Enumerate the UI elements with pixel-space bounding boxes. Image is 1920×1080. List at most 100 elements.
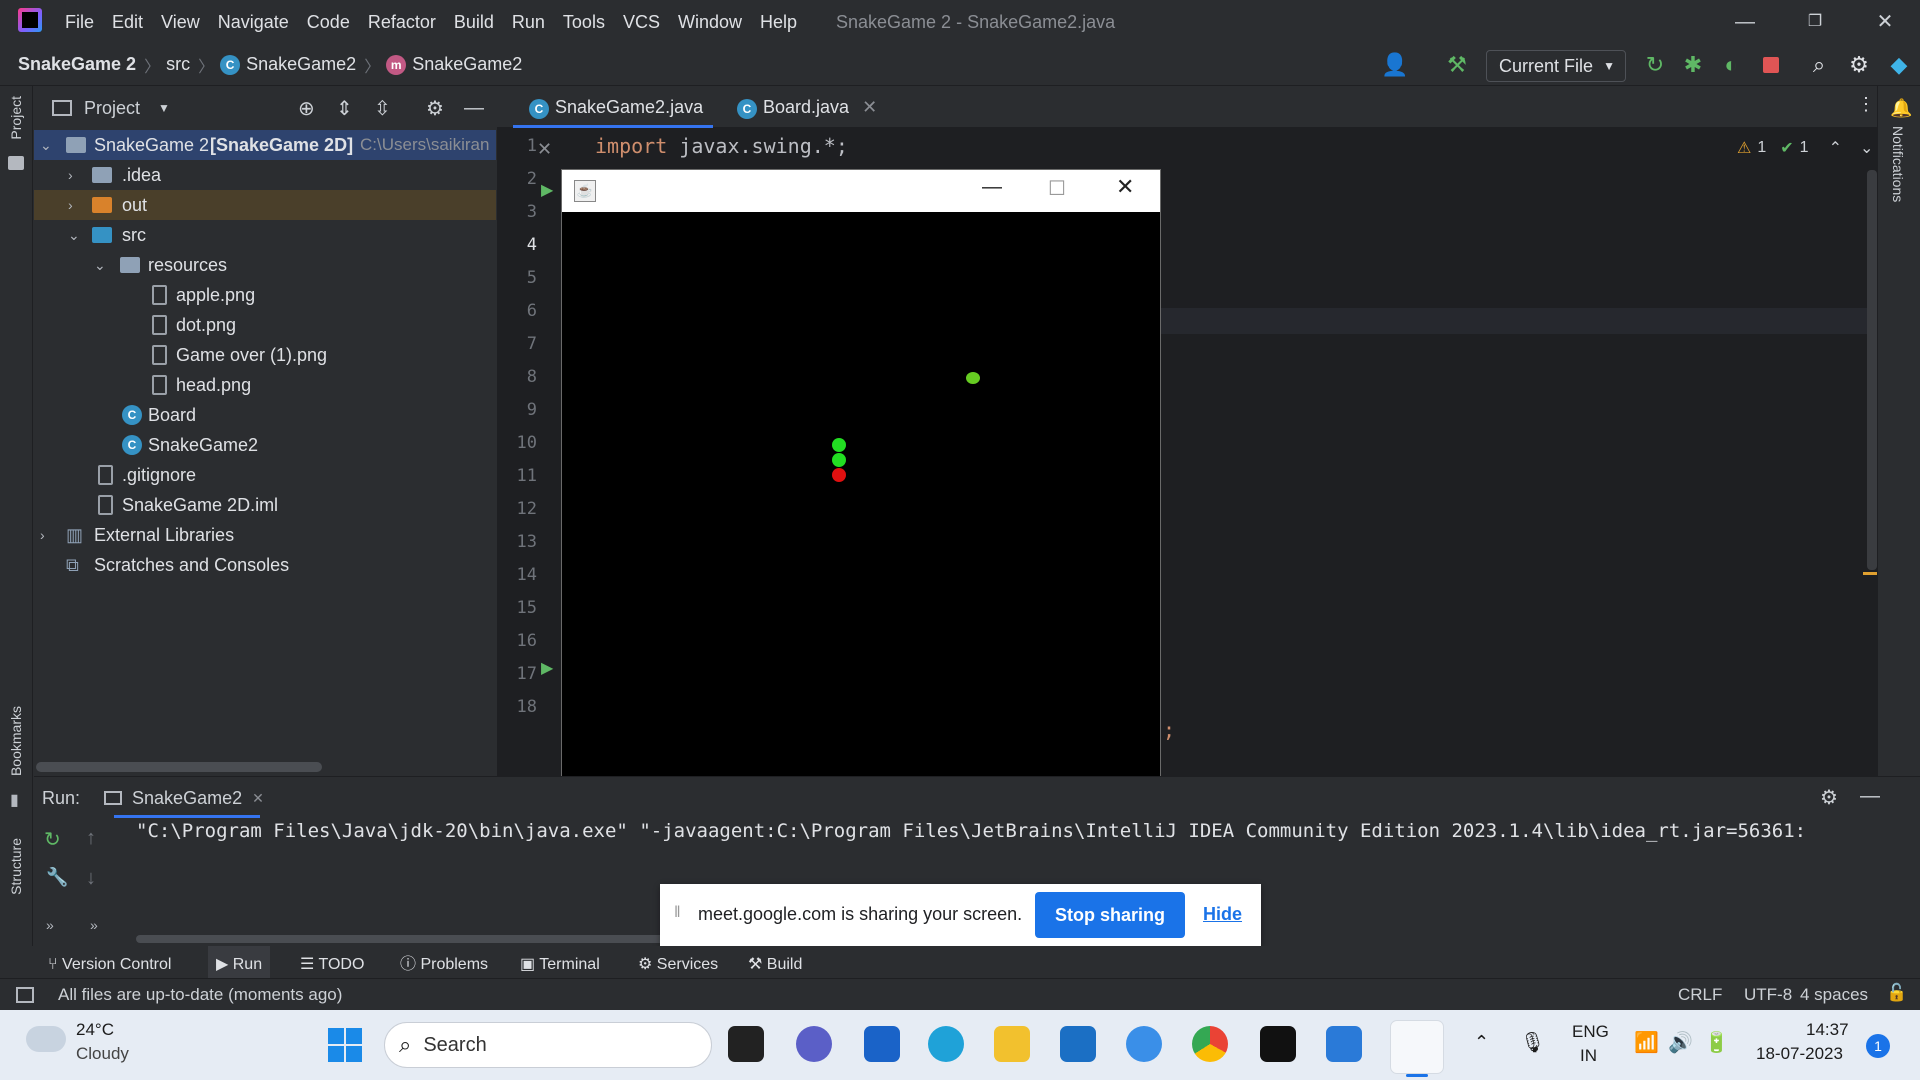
battery-icon[interactable]: 🔋 — [1704, 1030, 1729, 1055]
tree-item-file[interactable]: head.png — [34, 370, 496, 400]
tree-item-file[interactable]: Game over (1).png — [34, 340, 496, 370]
close-tab-icon[interactable]: ✕ — [252, 790, 264, 807]
close-tab-icon[interactable]: ✕ — [862, 97, 877, 117]
bell-icon[interactable]: 🔔 — [1890, 98, 1912, 119]
build-hammer-icon[interactable]: ⚒ — [1442, 50, 1472, 80]
lock-icon[interactable]: 🔓 — [1886, 983, 1907, 1003]
clock-date[interactable]: 18-07-2023 — [1756, 1044, 1843, 1064]
status-message[interactable]: All files are up-to-date (moments ago) — [58, 985, 342, 1005]
debug-bug-icon[interactable]: ✱ — [1678, 50, 1708, 80]
task-view-icon[interactable] — [728, 1026, 764, 1062]
coverage-icon[interactable]: ◐ — [1716, 50, 1746, 80]
menu-window[interactable]: Window — [669, 0, 751, 44]
tree-item-file[interactable]: SnakeGame 2D.iml — [34, 490, 496, 520]
vertical-scrollbar[interactable] — [1867, 170, 1877, 570]
tree-item-scratches[interactable]: ⧉ Scratches and Consoles — [34, 550, 496, 580]
tree-item-file[interactable]: .gitignore — [34, 460, 496, 490]
help-icon[interactable] — [1126, 1026, 1162, 1062]
stop-sharing-button[interactable]: Stop sharing — [1035, 892, 1185, 938]
toggle-tool-windows-icon[interactable] — [16, 987, 34, 1003]
run-gutter-icon[interactable]: ▶ — [541, 180, 553, 200]
clock-time[interactable]: 14:37 — [1806, 1020, 1849, 1040]
chevron-up-icon[interactable]: ⌃ — [1829, 138, 1842, 158]
tree-item-out[interactable]: › out — [34, 190, 496, 220]
rerun-icon[interactable]: ↻ — [44, 827, 61, 852]
menu-file[interactable]: File — [56, 0, 103, 44]
rerun-icon[interactable]: ↻ — [1640, 50, 1670, 80]
microphone-icon[interactable]: 🎙 — [1520, 1030, 1545, 1055]
tree-item-file[interactable]: dot.png — [34, 310, 496, 340]
warning-marker[interactable] — [1863, 572, 1877, 575]
minimize-icon[interactable]: — — [1710, 0, 1780, 44]
expand-all-icon[interactable]: ⇕ — [336, 96, 353, 121]
arrow-down-icon[interactable]: ↓ — [86, 867, 96, 890]
intellij-icon[interactable] — [1260, 1026, 1296, 1062]
menu-code[interactable]: Code — [298, 0, 359, 44]
run-configuration-select[interactable]: Current File ▼ — [1486, 50, 1626, 82]
line-separator[interactable]: CRLF — [1678, 985, 1722, 1005]
stop-icon[interactable] — [1756, 50, 1786, 80]
tree-item-class[interactable]: C SnakeGame2 — [34, 430, 496, 460]
more-actions-icon[interactable]: » — [90, 917, 98, 933]
menu-edit[interactable]: Edit — [103, 0, 152, 44]
notifications-tool-button[interactable]: Notifications — [1890, 126, 1906, 202]
menu-refactor[interactable]: Refactor — [359, 0, 445, 44]
breadcrumb-method[interactable]: SnakeGame2 — [412, 54, 522, 75]
tree-item-external-libraries[interactable]: › ▥ External Libraries — [34, 520, 496, 550]
taskbar-search[interactable]: ⌕ Search — [384, 1022, 712, 1068]
menu-help[interactable]: Help — [751, 0, 806, 44]
menu-run[interactable]: Run — [503, 0, 554, 44]
menu-vcs[interactable]: VCS — [614, 0, 669, 44]
locate-icon[interactable]: ⊕ — [298, 96, 315, 121]
bookmarks-tool-button[interactable]: Bookmarks — [8, 706, 24, 776]
myhp-icon[interactable] — [1060, 1026, 1096, 1062]
console-scrollbar[interactable] — [136, 935, 696, 943]
menu-build[interactable]: Build — [445, 0, 503, 44]
jetbrains-ai-icon[interactable]: ◆ — [1884, 50, 1914, 80]
weather-temp[interactable]: 24°C — [76, 1020, 114, 1040]
chrome-icon[interactable] — [1192, 1026, 1228, 1062]
tree-item-idea[interactable]: › .idea — [34, 160, 496, 190]
tree-item-class[interactable]: C Board — [34, 400, 496, 430]
chevron-right-icon[interactable]: › — [68, 190, 82, 220]
restore-icon[interactable]: ❐ — [1780, 0, 1850, 44]
structure-tool-button[interactable]: Structure — [8, 838, 24, 895]
edge-browser-icon[interactable] — [928, 1026, 964, 1062]
chevron-right-icon[interactable]: › — [40, 520, 54, 550]
minimize-icon[interactable]: — — [982, 176, 1002, 199]
collapse-all-icon[interactable]: ⇳ — [374, 96, 391, 121]
hide-link[interactable]: Hide — [1203, 904, 1242, 925]
chevron-up-icon[interactable]: ⌃ — [1474, 1032, 1489, 1053]
gear-icon[interactable]: ⚙ — [1844, 50, 1874, 80]
tree-item-file[interactable]: apple.png — [34, 280, 496, 310]
teams-chat-icon[interactable] — [796, 1026, 832, 1062]
language-code[interactable]: ENG — [1572, 1022, 1609, 1042]
code-line-1[interactable]: import javax.swing.*; — [595, 134, 848, 158]
indent-setting[interactable]: 4 spaces — [1800, 985, 1868, 1005]
chevron-down-icon[interactable]: ⌄ — [40, 130, 54, 160]
chevron-down-icon[interactable]: ▼ — [158, 101, 170, 115]
tree-item-src[interactable]: ⌄ src — [34, 220, 496, 250]
hide-panel-icon[interactable]: — — [1860, 785, 1880, 808]
gear-icon[interactable]: ⚙ — [426, 96, 444, 121]
close-icon[interactable]: ✕ — [1850, 0, 1920, 44]
menu-view[interactable]: View — [152, 0, 209, 44]
drag-handle-icon[interactable]: ‖ — [674, 904, 681, 922]
run-gutter-icon[interactable]: ▶ — [541, 658, 553, 678]
arrow-up-icon[interactable]: ↑ — [86, 827, 96, 850]
close-icon[interactable]: ✕ — [1116, 174, 1134, 200]
gear-icon[interactable]: ⚙ — [1820, 785, 1838, 810]
wrench-icon[interactable]: 🔧 — [46, 867, 68, 888]
tree-item-root[interactable]: ⌄ SnakeGame 2 [SnakeGame 2D] C:\Users\sa… — [34, 130, 496, 160]
project-tool-button[interactable]: Project — [8, 96, 24, 140]
wifi-icon[interactable]: 📶 — [1634, 1030, 1659, 1055]
chevron-right-icon[interactable]: › — [68, 160, 82, 190]
file-encoding[interactable]: UTF-8 — [1744, 985, 1792, 1005]
chevron-down-icon[interactable]: ⌄ — [94, 250, 108, 280]
console-output[interactable]: "C:\Program Files\Java\jdk-20\bin\java.e… — [136, 820, 1806, 842]
weather-desc[interactable]: Cloudy — [76, 1044, 129, 1064]
project-view-select[interactable]: Project — [84, 98, 140, 119]
photos-icon[interactable] — [1326, 1026, 1362, 1062]
run-tab-label[interactable]: SnakeGame2 — [132, 788, 242, 809]
user-icon[interactable]: 👤 — [1380, 50, 1410, 80]
